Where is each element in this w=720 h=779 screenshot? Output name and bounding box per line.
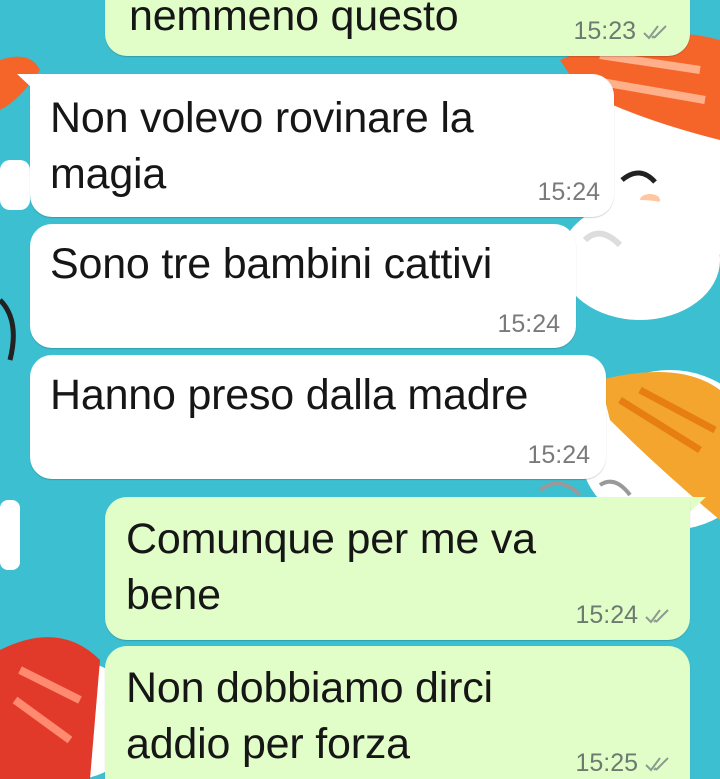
message-time: 15:23 (573, 17, 636, 45)
message-time: 15:24 (497, 310, 560, 338)
message-text-line-1: Non volevo rovinare la (50, 94, 474, 142)
message-bubble-incoming[interactable]: Non volevo rovinare la magia 15:24 (30, 74, 614, 217)
message-text: nemmeno questo (129, 0, 459, 40)
message-meta: 15:24 (537, 178, 600, 207)
message-time: 15:24 (537, 178, 600, 206)
message-text-line-1: Comunque per me va (126, 515, 536, 563)
message-text-line-2: magia (50, 150, 167, 198)
message-bubble-incoming[interactable]: Hanno preso dalla madre 15:24 (30, 355, 606, 479)
message-time: 15:24 (527, 441, 590, 469)
message-meta: 15:25 (575, 749, 672, 778)
double-check-icon (643, 24, 667, 40)
message-bubble-outgoing[interactable]: nemmeno questo 15:23 (105, 0, 690, 56)
message-time: 15:25 (575, 749, 638, 777)
message-meta: 15:24 (575, 601, 672, 630)
message-time: 15:24 (575, 601, 638, 629)
message-bubble-incoming[interactable]: Sono tre bambini cattivi 15:24 (30, 224, 576, 348)
message-meta: 15:24 (497, 310, 560, 339)
message-bubble-outgoing[interactable]: Non dobbiamo dirci addio per forza 15:25 (105, 646, 690, 779)
double-check-icon (645, 756, 669, 772)
message-text: Hanno preso dalla madre (50, 371, 529, 419)
chat-wallpaper: nemmeno questo 15:23 Non volevo rovinare… (0, 0, 720, 779)
message-text-line-2: addio per forza (126, 720, 410, 768)
message-text-line-2: bene (126, 571, 221, 619)
message-bubble-outgoing[interactable]: Comunque per me va bene 15:24 (105, 497, 690, 640)
message-meta: 15:24 (527, 441, 590, 470)
sushi-decoration-right-mid (560, 200, 720, 320)
sushi-decoration-left-mid (0, 298, 20, 570)
message-text: Sono tre bambini cattivi (50, 240, 493, 288)
message-text-line-1: Non dobbiamo dirci (126, 664, 493, 712)
double-check-icon (645, 608, 669, 624)
message-meta: 15:23 (573, 17, 670, 46)
